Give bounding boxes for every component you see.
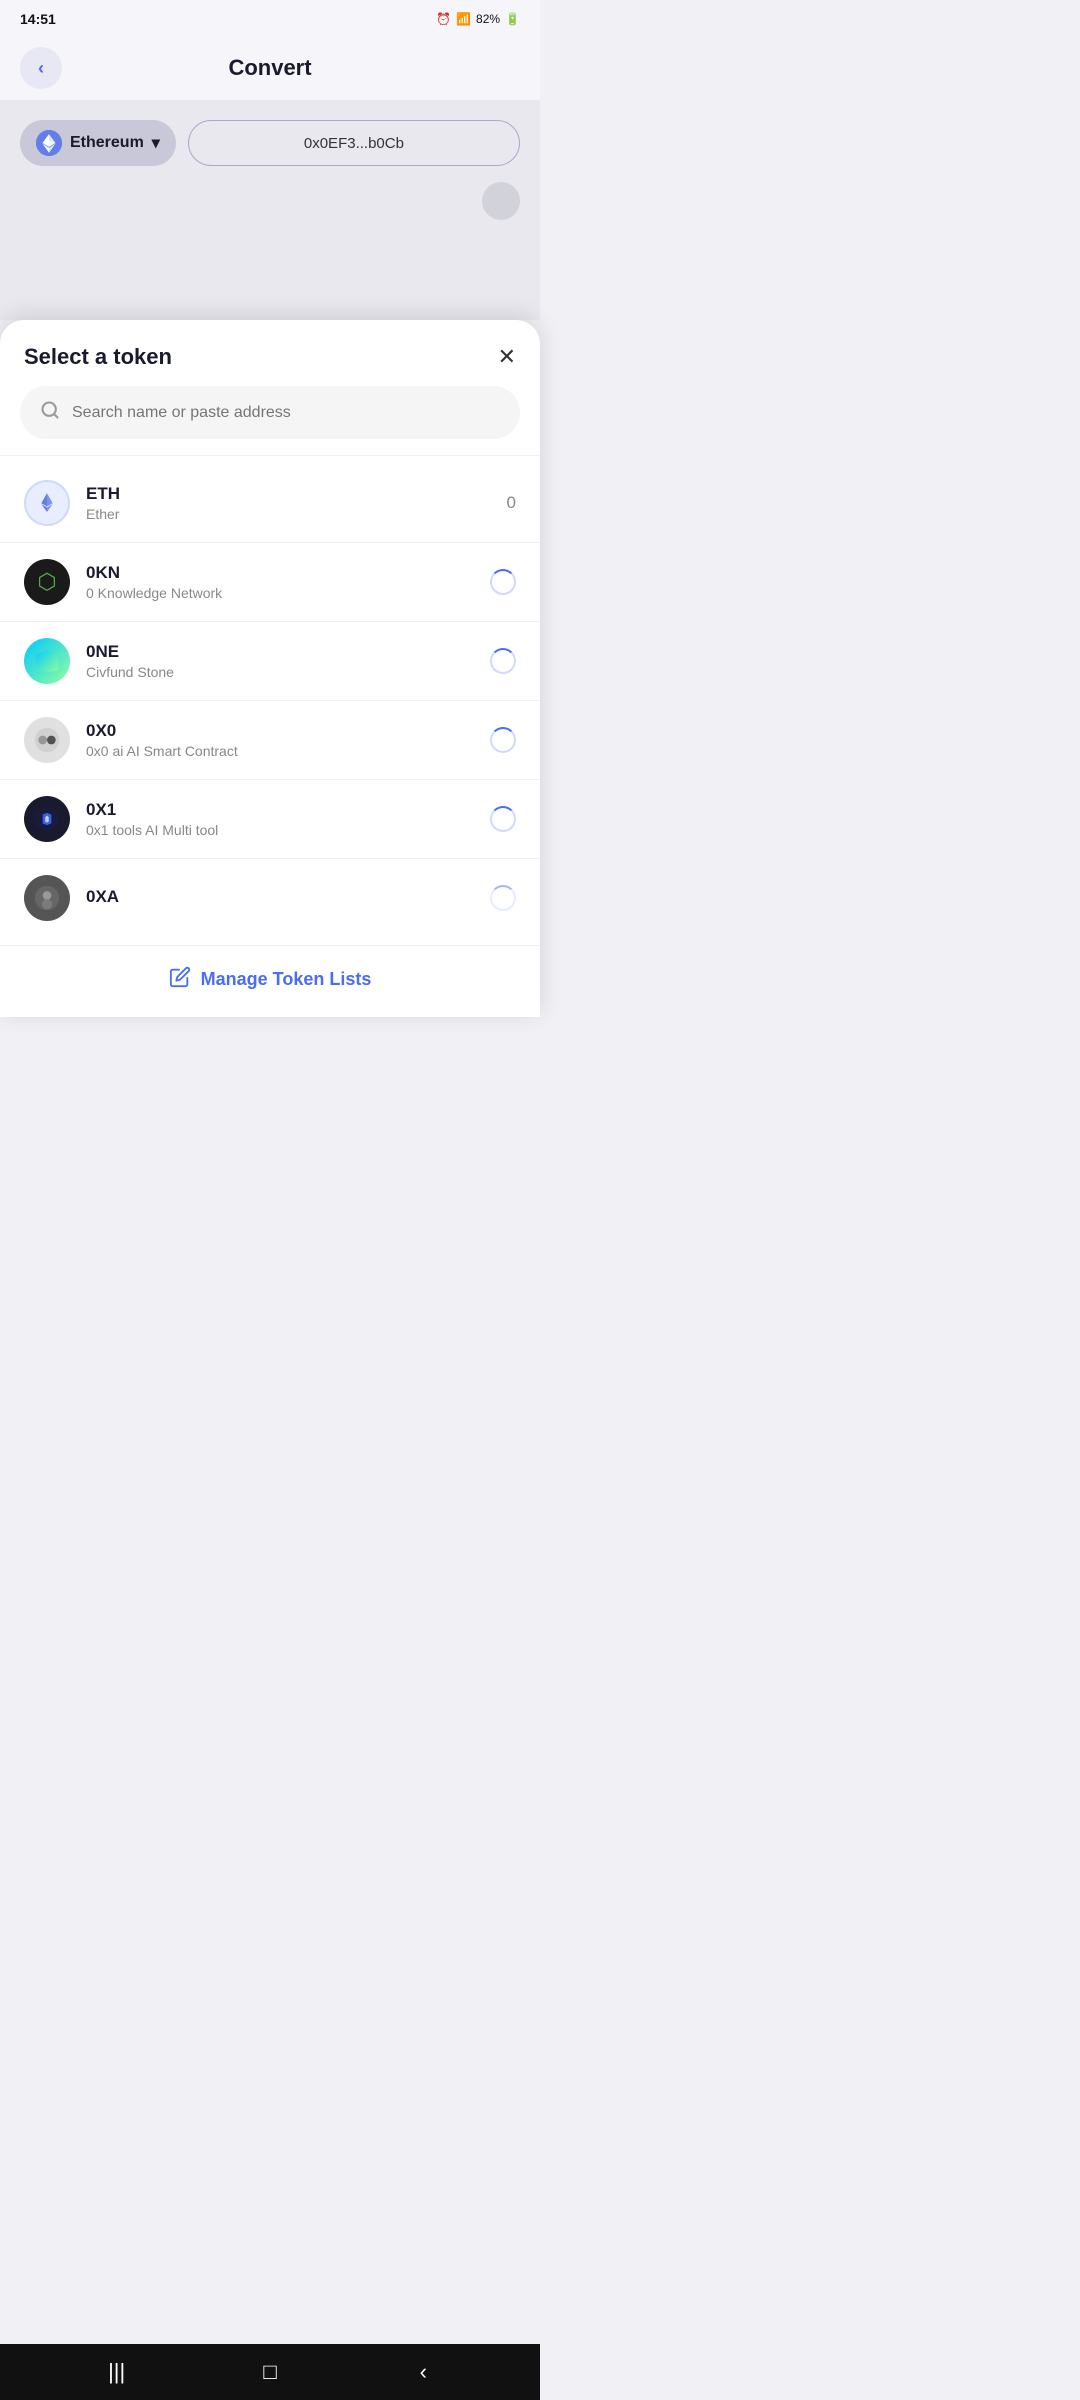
token-name-0ne: Civfund Stone (86, 664, 474, 680)
token-icon-0x0 (24, 717, 70, 763)
search-box[interactable] (20, 386, 520, 439)
token-name-0x0: 0x0 ai AI Smart Contract (86, 743, 474, 759)
close-modal-button[interactable]: ✕ (498, 346, 516, 368)
token-info-eth: ETH Ether (86, 484, 491, 522)
address-display[interactable]: 0x0EF3...b0Cb (188, 120, 520, 166)
loading-spinner-0x0 (490, 727, 516, 753)
modal-header: Select a token ✕ (0, 320, 540, 386)
network-row: Ethereum ▾ 0x0EF3...b0Cb (20, 120, 520, 166)
token-balance-eth: 0 (507, 493, 516, 513)
status-time: 14:51 (20, 11, 56, 27)
manage-token-lists-button[interactable]: Manage Token Lists (201, 969, 372, 990)
token-icon-0kn: ⬡ (24, 559, 70, 605)
token-item-0x0[interactable]: 0X0 0x0 ai AI Smart Contract (0, 701, 540, 779)
token-icon-0xa (24, 875, 70, 921)
battery-icon: 82% (476, 12, 500, 26)
token-info-0ne: 0NE Civfund Stone (86, 642, 474, 680)
alarm-icon: ⏰ (436, 12, 451, 26)
menu-icon: ||| (108, 2359, 125, 2385)
loading-spinner-0x1 (490, 806, 516, 832)
dropdown-chevron: ▾ (152, 133, 160, 153)
token-icon-0ne (24, 638, 70, 684)
signal-icon: 📶 (456, 12, 471, 26)
eth-network-icon (36, 130, 62, 156)
token-item-0ne[interactable]: 0NE Civfund Stone (0, 622, 540, 700)
0x0-token-svg (34, 727, 60, 753)
nav-home-button[interactable]: □ (250, 2352, 290, 2392)
token-symbol-0x0: 0X0 (86, 721, 474, 741)
token-icon-0x1 (24, 796, 70, 842)
network-name: Ethereum (70, 134, 144, 152)
status-icons: ⏰ 📶 82% 🔋 (436, 12, 520, 26)
token-select-modal: Select a token ✕ (0, 320, 540, 1017)
token-info-0xa: 0XA (86, 887, 474, 909)
wallet-address: 0x0EF3...b0Cb (304, 135, 404, 152)
loading-spinner-0kn (490, 569, 516, 595)
convert-background: Ethereum ▾ 0x0EF3...b0Cb (0, 100, 540, 320)
eth-token-svg (34, 490, 60, 516)
ethereum-svg-icon (36, 130, 62, 156)
bottom-nav-bar: ||| □ ‹ (0, 2344, 540, 2400)
token-symbol-0x1: 0X1 (86, 800, 474, 820)
nav-back-button[interactable]: ‹ (403, 2352, 443, 2392)
network-selector[interactable]: Ethereum ▾ (20, 120, 176, 166)
loading-spinner-0ne (490, 648, 516, 674)
token-symbol-0ne: 0NE (86, 642, 474, 662)
search-container (0, 386, 540, 455)
edit-list-svg (169, 966, 191, 988)
token-info-0kn: 0KN 0 Knowledge Network (86, 563, 474, 601)
loading-spinner-0xa (490, 885, 516, 911)
token-symbol-eth: ETH (86, 484, 491, 504)
settings-placeholder (482, 182, 520, 220)
modal-footer: Manage Token Lists (0, 945, 540, 1017)
search-input[interactable] (72, 404, 500, 422)
token-name-eth: Ether (86, 506, 491, 522)
token-item-0kn[interactable]: ⬡ 0KN 0 Knowledge Network (0, 543, 540, 621)
back-button[interactable]: ‹ (20, 47, 62, 89)
back-nav-icon: ‹ (420, 2359, 427, 2385)
status-bar: 14:51 ⏰ 📶 82% 🔋 (0, 0, 540, 36)
token-list: ETH Ether 0 ⬡ 0KN 0 Knowledge Network (0, 456, 540, 945)
0x1-token-svg (34, 806, 60, 832)
token-item-eth[interactable]: ETH Ether 0 (0, 464, 540, 542)
token-name-0kn: 0 Knowledge Network (86, 585, 474, 601)
page-title: Convert (228, 55, 311, 81)
token-info-0x0: 0X0 0x0 ai AI Smart Contract (86, 721, 474, 759)
token-icon-eth (24, 480, 70, 526)
back-arrow-icon: ‹ (38, 58, 44, 79)
manage-list-icon (169, 966, 191, 993)
token-symbol-0xa: 0XA (86, 887, 474, 907)
search-icon (40, 400, 60, 425)
one-token-svg (34, 648, 60, 674)
token-info-0x1: 0X1 0x1 tools AI Multi tool (86, 800, 474, 838)
nav-menu-button[interactable]: ||| (97, 2352, 137, 2392)
battery-graphic: 🔋 (505, 12, 520, 26)
settings-row (20, 182, 520, 224)
token-symbol-0kn: 0KN (86, 563, 474, 583)
page-header: ‹ Convert (0, 36, 540, 100)
token-item-0xa[interactable]: 0XA (0, 859, 540, 937)
home-icon: □ (263, 2359, 276, 2385)
token-name-0x1: 0x1 tools AI Multi tool (86, 822, 474, 838)
modal-title: Select a token (24, 344, 172, 370)
token-item-0x1[interactable]: 0X1 0x1 tools AI Multi tool (0, 780, 540, 858)
okn-icon-glyph: ⬡ (37, 569, 56, 595)
0xa-token-svg (34, 885, 60, 911)
